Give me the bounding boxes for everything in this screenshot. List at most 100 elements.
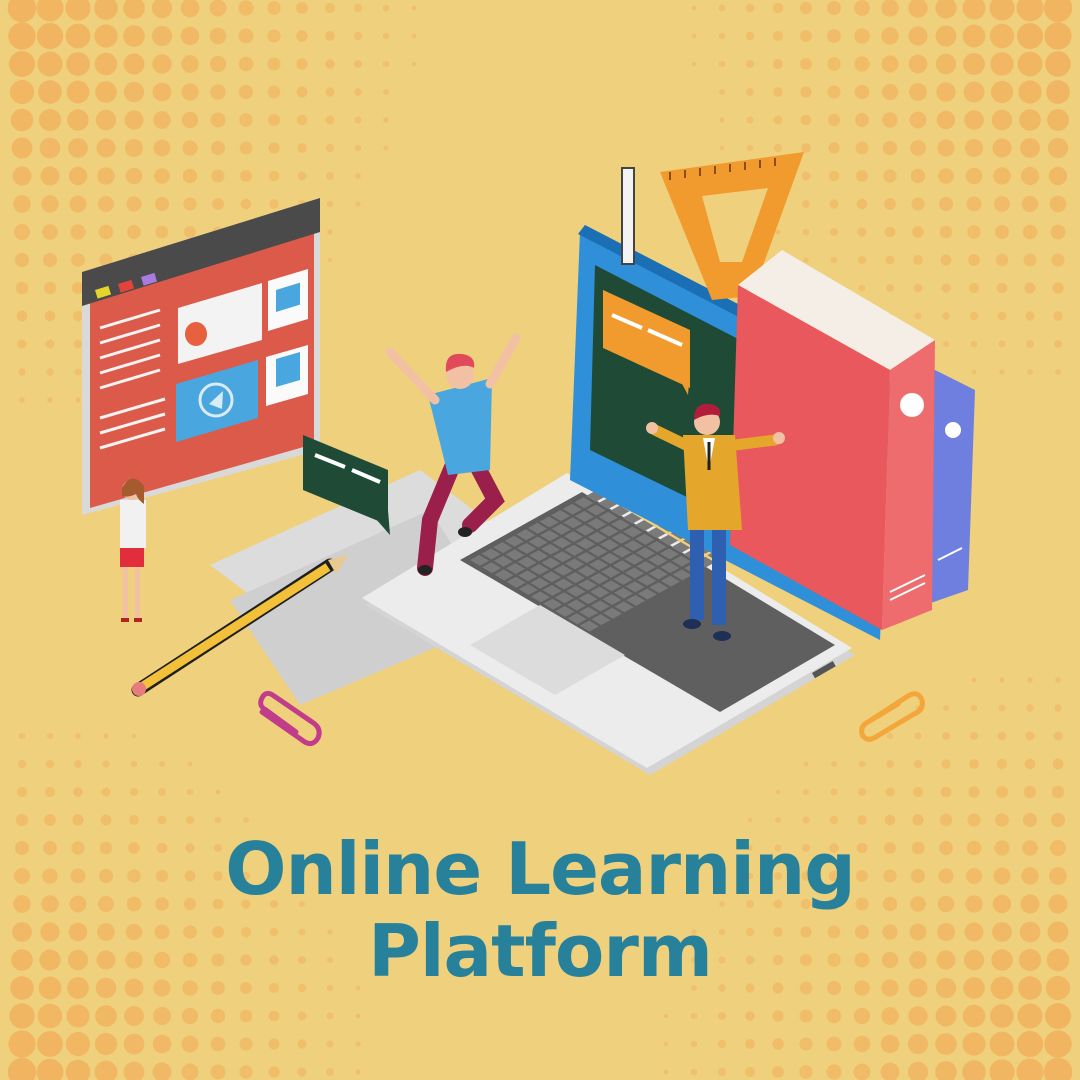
halftone-dot — [184, 226, 196, 238]
paperclip-icon — [258, 690, 322, 746]
halftone-dot — [94, 1032, 118, 1056]
halftone-dot — [46, 732, 54, 740]
halftone-dot — [745, 1039, 755, 1049]
halftone-dot — [129, 787, 139, 797]
halftone-dot — [38, 80, 62, 104]
halftone-dot — [829, 815, 839, 825]
halftone-dot — [941, 759, 951, 769]
halftone-dot — [411, 5, 417, 11]
halftone-dot — [912, 226, 924, 238]
halftone-dot — [718, 32, 726, 40]
halftone-dot — [355, 1069, 361, 1075]
halftone-dot — [826, 1008, 842, 1024]
halftone-dot — [937, 139, 955, 157]
halftone-dot — [853, 1007, 871, 1025]
halftone-dot — [181, 1035, 199, 1053]
halftone-dot — [67, 109, 89, 131]
halftone-dot — [1046, 80, 1070, 104]
halftone-dot — [690, 1012, 698, 1020]
halftone-dot — [1043, 0, 1073, 23]
halftone-dot — [745, 1067, 755, 1077]
halftone-dot — [938, 168, 954, 184]
halftone-dot — [1054, 704, 1062, 712]
halftone-dot — [910, 140, 926, 156]
halftone-dot — [73, 339, 83, 349]
halftone-dot — [182, 140, 198, 156]
halftone-dot — [857, 227, 867, 237]
halftone-dot — [210, 1036, 226, 1052]
halftone-dot — [968, 254, 980, 266]
halftone-dot — [883, 169, 897, 183]
halftone-dot — [37, 51, 63, 77]
halftone-dot — [39, 137, 61, 159]
halftone-dot — [999, 369, 1005, 375]
halftone-dot — [745, 31, 755, 41]
halftone-dot — [858, 256, 866, 264]
halftone-dot — [1024, 758, 1036, 770]
halftone-dot — [962, 1032, 986, 1056]
halftone-dot — [327, 229, 333, 235]
halftone-dot — [45, 787, 55, 797]
halftone-dot — [296, 114, 308, 126]
halftone-dot — [296, 58, 308, 70]
halftone-dot — [827, 1, 841, 15]
halftone-dot — [123, 81, 145, 103]
halftone-dot — [239, 1037, 253, 1051]
halftone-dot — [913, 283, 923, 293]
halftone-dot — [45, 759, 55, 769]
halftone-dot — [719, 145, 725, 151]
halftone-dot — [17, 759, 27, 769]
halftone-dot — [799, 1009, 813, 1023]
halftone-dot — [43, 281, 57, 295]
halftone-dot — [130, 760, 138, 768]
halftone-dot — [154, 196, 170, 212]
halftone-dot — [746, 144, 754, 152]
halftone-dot — [773, 59, 783, 69]
halftone-dot — [18, 368, 26, 376]
halftone-dot — [159, 761, 165, 767]
halftone-dot — [40, 166, 60, 186]
halftone-dot — [775, 789, 781, 795]
halftone-dot — [989, 23, 1015, 49]
halftone-dot — [72, 814, 84, 826]
halftone-dot — [998, 704, 1006, 712]
halftone-dot — [123, 1061, 145, 1080]
halftone-dot — [941, 283, 951, 293]
halftone-dot — [182, 168, 198, 184]
halftone-dot — [936, 110, 956, 130]
halftone-dot — [857, 787, 867, 797]
halftone-dot — [240, 198, 252, 210]
halftone-dot — [209, 0, 227, 17]
halftone-dot — [325, 115, 335, 125]
halftone-dot — [1053, 731, 1063, 741]
halftone-dot — [962, 24, 986, 48]
halftone-dot — [210, 1008, 226, 1024]
halftone-dot — [1054, 340, 1062, 348]
halftone-dot — [1016, 0, 1044, 22]
halftone-dot — [969, 311, 979, 321]
halftone-dot — [772, 2, 784, 14]
halftone-dot — [942, 732, 950, 740]
halftone-dot — [297, 171, 307, 181]
halftone-dot — [16, 310, 28, 322]
halftone-dot — [1045, 51, 1071, 77]
halftone-dot — [691, 5, 697, 11]
halftone-dot — [37, 1003, 63, 1029]
halftone-dot — [45, 339, 55, 349]
halftone-dot — [1016, 1030, 1044, 1058]
halftone-dot — [989, 1031, 1015, 1057]
halftone-dot — [94, 1060, 118, 1080]
halftone-dot — [7, 0, 37, 23]
halftone-dot — [907, 1061, 929, 1080]
halftone-dot — [326, 1040, 334, 1048]
halftone-dot — [1047, 137, 1069, 159]
halftone-dot — [152, 1034, 172, 1054]
halftone-dot — [211, 169, 225, 183]
halftone-dot — [353, 31, 363, 41]
halftone-dot — [239, 141, 253, 155]
halftone-dot — [158, 788, 166, 796]
halftone-dot — [800, 58, 812, 70]
halftone-dot — [354, 60, 362, 68]
halftone-dot — [995, 813, 1009, 827]
halftone-dot — [355, 1041, 361, 1047]
